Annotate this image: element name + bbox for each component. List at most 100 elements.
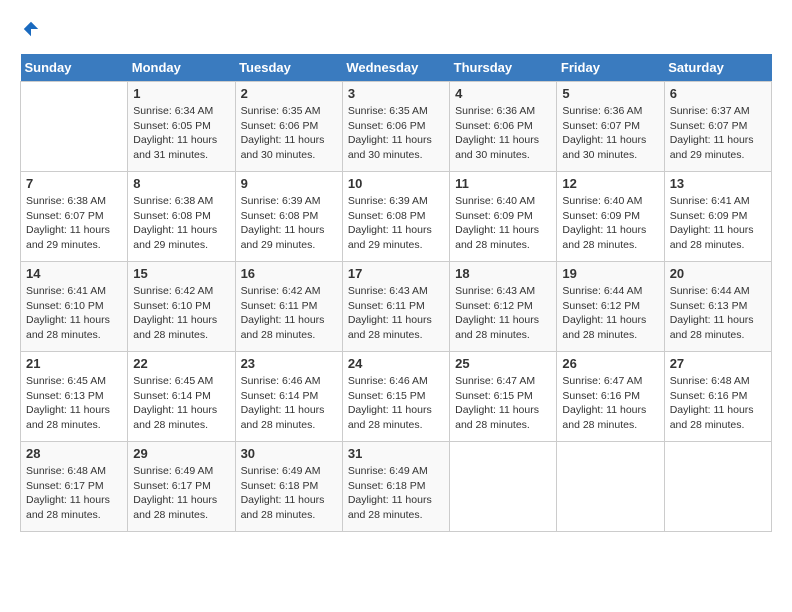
weekday-header: Saturday [664,54,771,82]
day-number: 11 [455,176,551,191]
day-info: Sunrise: 6:42 AMSunset: 6:10 PMDaylight:… [133,284,229,343]
calendar-week-row: 1Sunrise: 6:34 AMSunset: 6:05 PMDaylight… [21,82,772,172]
day-number: 13 [670,176,766,191]
calendar-cell: 12 Sunrise: 6:40 AMSunset: 6:09 PMDayligh… [557,172,664,262]
day-number: 6 [670,86,766,101]
day-number: 4 [455,86,551,101]
day-number: 10 [348,176,444,191]
day-info: Sunrise: 6:45 AMSunset: 6:13 PMDaylight:… [26,374,122,433]
calendar-cell: 13 Sunrise: 6:41 AMSunset: 6:09 PMDayligh… [664,172,771,262]
day-number: 9 [241,176,337,191]
calendar-cell [450,442,557,532]
day-info: Sunrise: 6:45 AMSunset: 6:14 PMDaylight:… [133,374,229,433]
weekday-header: Thursday [450,54,557,82]
calendar-cell: 6 Sunrise: 6:37 AMSunset: 6:07 PMDaylight… [664,82,771,172]
day-info: Sunrise: 6:44 AMSunset: 6:13 PMDaylight:… [670,284,766,343]
calendar-cell: 3 Sunrise: 6:35 AMSunset: 6:06 PMDaylight… [342,82,449,172]
day-info: Sunrise: 6:38 AMSunset: 6:07 PMDaylight:… [26,194,122,253]
day-info: Sunrise: 6:49 AMSunset: 6:18 PMDaylight:… [241,464,337,523]
weekday-header: Sunday [21,54,128,82]
day-info: Sunrise: 6:36 AMSunset: 6:06 PMDaylight:… [455,104,551,163]
day-info: Sunrise: 6:43 AMSunset: 6:11 PMDaylight:… [348,284,444,343]
day-number: 5 [562,86,658,101]
day-number: 19 [562,266,658,281]
day-info: Sunrise: 6:39 AMSunset: 6:08 PMDaylight:… [348,194,444,253]
day-number: 20 [670,266,766,281]
calendar-week-row: 14 Sunrise: 6:41 AMSunset: 6:10 PMDayligh… [21,262,772,352]
day-number: 2 [241,86,337,101]
calendar-table: SundayMondayTuesdayWednesdayThursdayFrid… [20,54,772,532]
weekday-header: Monday [128,54,235,82]
calendar-cell: 19 Sunrise: 6:44 AMSunset: 6:12 PMDayligh… [557,262,664,352]
day-info: Sunrise: 6:40 AMSunset: 6:09 PMDaylight:… [455,194,551,253]
day-number: 3 [348,86,444,101]
day-info: Sunrise: 6:47 AMSunset: 6:15 PMDaylight:… [455,374,551,433]
calendar-cell: 5 Sunrise: 6:36 AMSunset: 6:07 PMDaylight… [557,82,664,172]
day-info: Sunrise: 6:47 AMSunset: 6:16 PMDaylight:… [562,374,658,433]
calendar-cell: 11 Sunrise: 6:40 AMSunset: 6:09 PMDayligh… [450,172,557,262]
day-info: Sunrise: 6:49 AMSunset: 6:17 PMDaylight:… [133,464,229,523]
logo-icon [22,20,40,38]
page-header [20,20,772,38]
calendar-cell [21,82,128,172]
day-number: 18 [455,266,551,281]
calendar-cell: 17 Sunrise: 6:43 AMSunset: 6:11 PMDayligh… [342,262,449,352]
calendar-cell: 22 Sunrise: 6:45 AMSunset: 6:14 PMDayligh… [128,352,235,442]
day-number: 12 [562,176,658,191]
day-info: Sunrise: 6:49 AMSunset: 6:18 PMDaylight:… [348,464,444,523]
day-info: Sunrise: 6:48 AMSunset: 6:16 PMDaylight:… [670,374,766,433]
day-info: Sunrise: 6:42 AMSunset: 6:11 PMDaylight:… [241,284,337,343]
calendar-cell: 14 Sunrise: 6:41 AMSunset: 6:10 PMDayligh… [21,262,128,352]
day-info: Sunrise: 6:48 AMSunset: 6:17 PMDaylight:… [26,464,122,523]
calendar-cell: 29 Sunrise: 6:49 AMSunset: 6:17 PMDayligh… [128,442,235,532]
day-info: Sunrise: 6:35 AMSunset: 6:06 PMDaylight:… [348,104,444,163]
day-info: Sunrise: 6:37 AMSunset: 6:07 PMDaylight:… [670,104,766,163]
day-number: 29 [133,446,229,461]
calendar-cell: 16Sunrise: 6:42 AMSunset: 6:11 PMDayligh… [235,262,342,352]
day-number: 26 [562,356,658,371]
calendar-cell: 28 Sunrise: 6:48 AMSunset: 6:17 PMDayligh… [21,442,128,532]
day-info: Sunrise: 6:35 AMSunset: 6:06 PMDaylight:… [241,104,337,163]
day-info: Sunrise: 6:39 AMSunset: 6:08 PMDaylight:… [241,194,337,253]
day-number: 17 [348,266,444,281]
calendar-cell: 7Sunrise: 6:38 AMSunset: 6:07 PMDaylight… [21,172,128,262]
weekday-header: Friday [557,54,664,82]
calendar-cell: 15 Sunrise: 6:42 AMSunset: 6:10 PMDayligh… [128,262,235,352]
calendar-cell: 4 Sunrise: 6:36 AMSunset: 6:06 PMDaylight… [450,82,557,172]
day-number: 15 [133,266,229,281]
day-info: Sunrise: 6:34 AMSunset: 6:05 PMDaylight:… [133,104,229,163]
calendar-cell: 23 Sunrise: 6:46 AMSunset: 6:14 PMDayligh… [235,352,342,442]
day-info: Sunrise: 6:41 AMSunset: 6:09 PMDaylight:… [670,194,766,253]
day-number: 31 [348,446,444,461]
day-info: Sunrise: 6:41 AMSunset: 6:10 PMDaylight:… [26,284,122,343]
calendar-cell: 31 Sunrise: 6:49 AMSunset: 6:18 PMDayligh… [342,442,449,532]
day-number: 28 [26,446,122,461]
day-info: Sunrise: 6:40 AMSunset: 6:09 PMDaylight:… [562,194,658,253]
weekday-header-row: SundayMondayTuesdayWednesdayThursdayFrid… [21,54,772,82]
calendar-week-row: 7Sunrise: 6:38 AMSunset: 6:07 PMDaylight… [21,172,772,262]
weekday-header: Tuesday [235,54,342,82]
day-info: Sunrise: 6:44 AMSunset: 6:12 PMDaylight:… [562,284,658,343]
day-info: Sunrise: 6:38 AMSunset: 6:08 PMDaylight:… [133,194,229,253]
day-number: 8 [133,176,229,191]
day-number: 27 [670,356,766,371]
calendar-cell [557,442,664,532]
calendar-cell: 10 Sunrise: 6:39 AMSunset: 6:08 PMDayligh… [342,172,449,262]
day-number: 23 [241,356,337,371]
calendar-cell [664,442,771,532]
calendar-cell: 24 Sunrise: 6:46 AMSunset: 6:15 PMDayligh… [342,352,449,442]
calendar-cell: 21Sunrise: 6:45 AMSunset: 6:13 PMDayligh… [21,352,128,442]
calendar-cell: 1Sunrise: 6:34 AMSunset: 6:05 PMDaylight… [128,82,235,172]
calendar-cell: 2 Sunrise: 6:35 AMSunset: 6:06 PMDaylight… [235,82,342,172]
day-number: 14 [26,266,122,281]
day-info: Sunrise: 6:36 AMSunset: 6:07 PMDaylight:… [562,104,658,163]
day-number: 24 [348,356,444,371]
calendar-cell: 18 Sunrise: 6:43 AMSunset: 6:12 PMDayligh… [450,262,557,352]
calendar-cell: 30Sunrise: 6:49 AMSunset: 6:18 PMDayligh… [235,442,342,532]
day-info: Sunrise: 6:43 AMSunset: 6:12 PMDaylight:… [455,284,551,343]
day-number: 22 [133,356,229,371]
calendar-cell: 25Sunrise: 6:47 AMSunset: 6:15 PMDayligh… [450,352,557,442]
day-info: Sunrise: 6:46 AMSunset: 6:14 PMDaylight:… [241,374,337,433]
calendar-cell: 9 Sunrise: 6:39 AMSunset: 6:08 PMDaylight… [235,172,342,262]
day-info: Sunrise: 6:46 AMSunset: 6:15 PMDaylight:… [348,374,444,433]
